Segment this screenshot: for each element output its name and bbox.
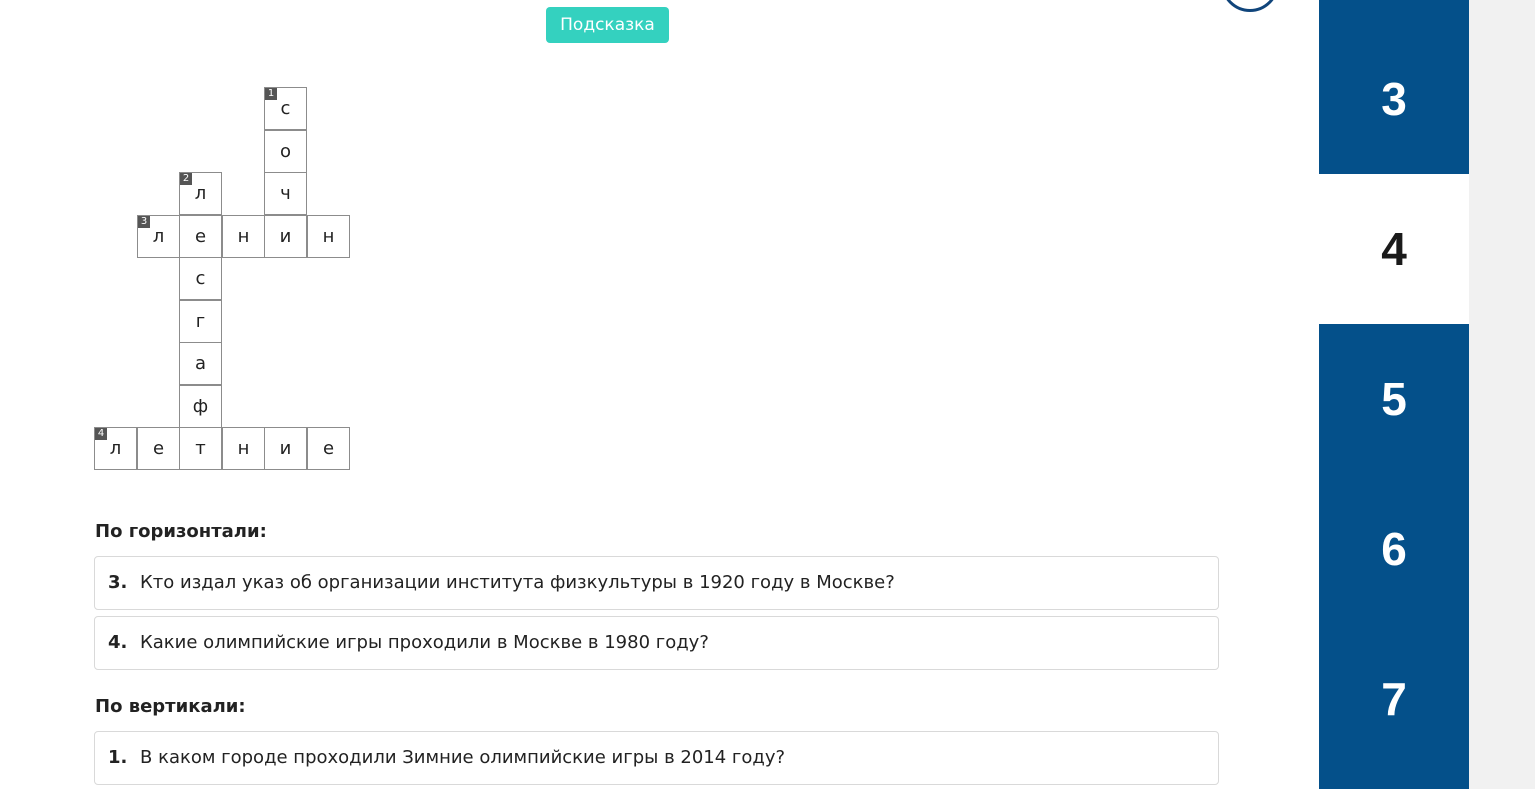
cell-letter: с [280, 98, 291, 119]
cell-letter: е [152, 438, 165, 459]
crossword-cell[interactable]: е [307, 427, 350, 470]
cell-letter: н [237, 438, 250, 459]
crossword-cell[interactable]: 1 с [264, 87, 307, 130]
question-number: 3. [108, 572, 128, 593]
question-item: 4. Какие олимпийские игры проходили в Мос… [94, 616, 1219, 670]
question-item: 3. Кто издал указ об организации институт… [94, 556, 1219, 610]
cell-letter: е [194, 226, 207, 247]
hint-button[interactable]: Подсказка [546, 7, 669, 43]
cell-letter: е [322, 438, 335, 459]
crossword-cell[interactable]: т [179, 427, 222, 470]
question-item: 1. В каком городе проходили Зимние олимпи… [94, 731, 1219, 785]
sidebar-item-top [1319, 0, 1469, 24]
question-number: 1. [108, 747, 128, 768]
sidebar-item-4[interactable]: 4 [1319, 174, 1469, 324]
crossword-cell[interactable]: н [222, 427, 265, 470]
cell-letter: л [109, 438, 122, 459]
task-number-sidebar: 3 4 5 6 7 [1319, 0, 1469, 789]
cell-letter: а [194, 353, 207, 374]
crossword-cell[interactable]: ч [264, 172, 307, 215]
crossword-cell[interactable]: г [179, 300, 222, 343]
scrollbar-track[interactable] [1469, 0, 1535, 789]
crossword-cell[interactable]: н [307, 215, 350, 258]
question-text: Какие олимпийские игры проходили в Москв… [140, 632, 709, 653]
crossword-cell[interactable]: н [222, 215, 265, 258]
crossword-cell[interactable]: ф [179, 385, 222, 428]
cell-letter: и [279, 438, 292, 459]
cell-letter: о [279, 141, 291, 162]
vertical-section-title: По вертикали: [95, 696, 246, 717]
question-text: В каком городе проходили Зимние олимпийс… [140, 747, 786, 768]
horizontal-section-title: По горизонтали: [95, 521, 267, 542]
sidebar-item-7[interactable]: 7 [1319, 624, 1469, 789]
crossword-cell[interactable]: и [264, 427, 307, 470]
page: Подсказка 1 с о 2 л ч 3 л е н и н с г а … [0, 0, 1535, 789]
sidebar-item-5[interactable]: 5 [1319, 324, 1469, 474]
cell-letter: н [237, 226, 250, 247]
cell-letter: ч [280, 183, 291, 204]
crossword-cell[interactable]: е [137, 427, 180, 470]
clue-number: 3 [138, 216, 150, 228]
cell-letter: г [195, 311, 206, 332]
cell-letter: с [195, 268, 206, 289]
cell-letter: т [195, 438, 206, 459]
crossword-cell[interactable]: 3 л [137, 215, 180, 258]
crossword-cell[interactable]: и [264, 215, 307, 258]
question-text: Кто издал указ об организации института … [140, 572, 895, 593]
clue-number: 2 [180, 173, 192, 185]
crossword-cell[interactable]: е [179, 215, 222, 258]
cell-letter: н [322, 226, 335, 247]
crossword-cell[interactable]: с [179, 257, 222, 300]
cell-letter: ф [192, 396, 209, 417]
help-circle-icon[interactable] [1221, 0, 1279, 12]
cell-letter: л [194, 183, 207, 204]
crossword-cell[interactable]: 4 л [94, 427, 137, 470]
question-number: 4. [108, 632, 128, 653]
crossword-cell[interactable]: о [264, 130, 307, 173]
sidebar-item-3[interactable]: 3 [1319, 24, 1469, 174]
clue-number: 1 [265, 88, 277, 100]
crossword-cell[interactable]: а [179, 342, 222, 385]
cell-letter: л [152, 226, 165, 247]
sidebar-item-6[interactable]: 6 [1319, 474, 1469, 624]
cell-letter: и [279, 226, 292, 247]
clue-number: 4 [95, 428, 107, 440]
crossword-cell[interactable]: 2 л [179, 172, 222, 215]
